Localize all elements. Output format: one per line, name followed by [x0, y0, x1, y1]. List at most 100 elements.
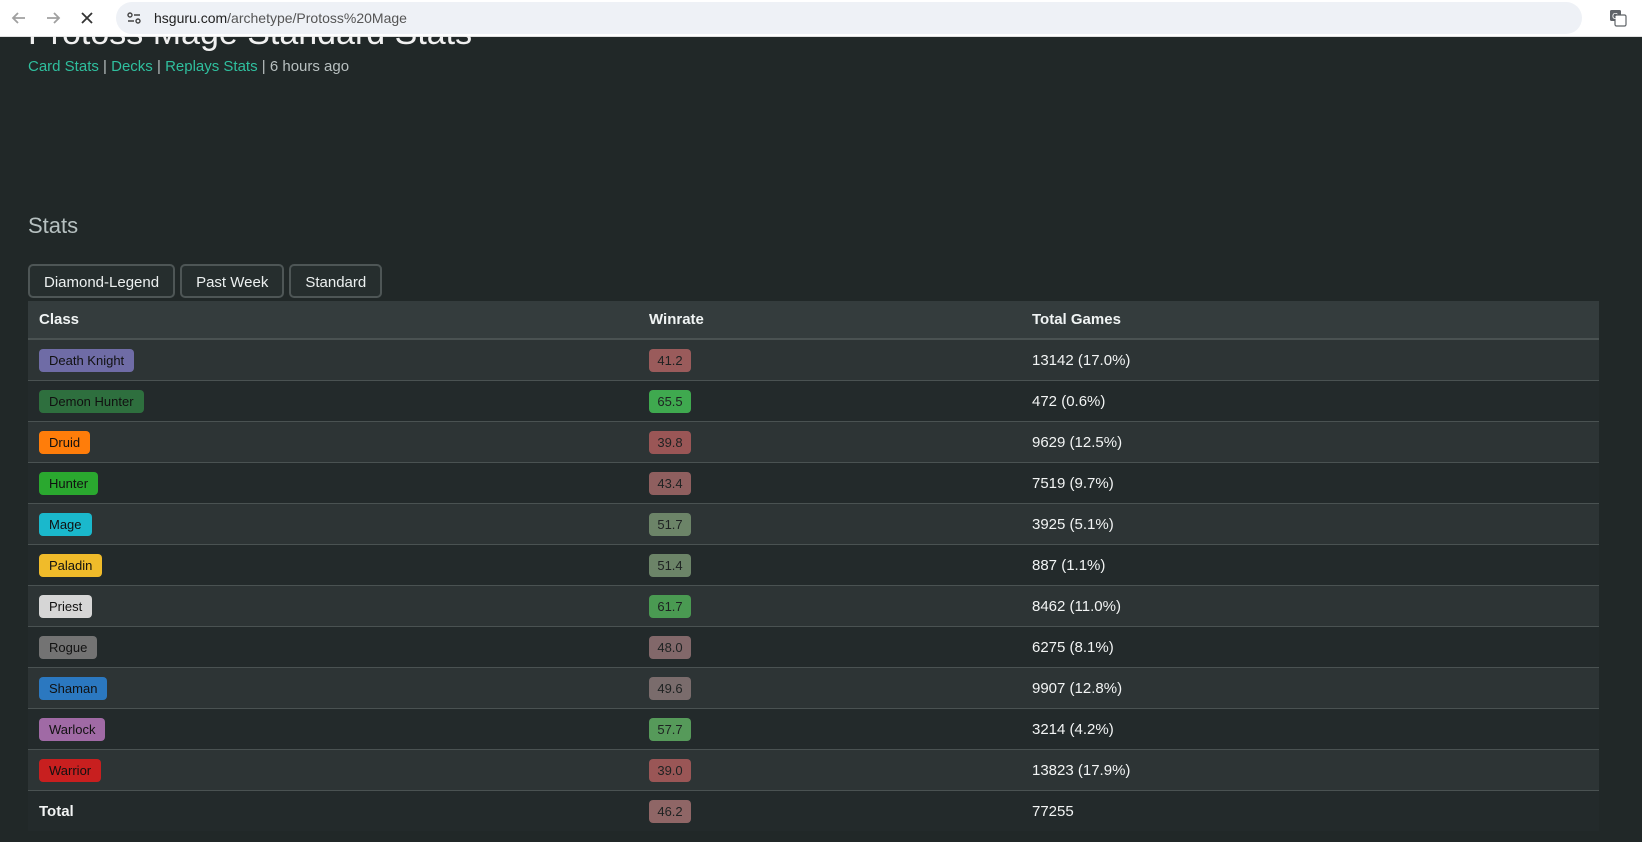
url-host: hsguru.com	[154, 10, 228, 26]
table-body: Death Knight 41.2 13142 (17.0%) Demon Hunte…	[28, 338, 1599, 831]
total-games-cell: 3214 (4.2%)	[1021, 708, 1599, 750]
class-cell: Priest	[28, 585, 638, 627]
class-cell: Demon Hunter	[28, 380, 638, 422]
class-cell: Warlock	[28, 708, 638, 750]
class-badge[interactable]: Death Knight	[39, 348, 135, 372]
class-badge[interactable]: Priest	[39, 594, 93, 618]
table-row: Priest 61.7 8462 (11.0%)	[28, 585, 1599, 627]
winrate-cell: 39.8	[638, 421, 1021, 463]
winrate-cell: 51.4	[638, 544, 1021, 586]
separator: |	[261, 58, 270, 75]
back-button[interactable]	[4, 3, 34, 33]
winrate-badge: 39.0	[649, 758, 691, 782]
card-stats-link[interactable]: Card Stats	[28, 58, 99, 75]
class-badge[interactable]: Demon Hunter	[39, 389, 144, 413]
table-row: Paladin 51.4 887 (1.1%)	[28, 544, 1599, 586]
table-row: Warrior 39.0 13823 (17.9%)	[28, 749, 1599, 791]
table-row: Warlock 57.7 3214 (4.2%)	[28, 708, 1599, 750]
winrate-cell: 51.7	[638, 503, 1021, 545]
total-games-value: 77255	[1021, 790, 1599, 831]
class-cell: Hunter	[28, 462, 638, 504]
winrate-badge: 51.4	[649, 553, 691, 577]
total-games-cell: 13823 (17.9%)	[1021, 749, 1599, 791]
format-filter-dropdown[interactable]: Standard	[289, 264, 383, 298]
winrate-badge: 48.0	[649, 635, 691, 659]
total-games-cell: 6275 (8.1%)	[1021, 626, 1599, 668]
winrate-badge: 61.7	[649, 594, 691, 618]
forward-button[interactable]	[38, 3, 68, 33]
class-cell: Warrior	[28, 749, 638, 791]
class-badge[interactable]: Warrior	[39, 758, 102, 782]
forward-arrow-icon	[47, 12, 61, 24]
class-cell: Paladin	[28, 544, 638, 586]
page-title: Protoss Mage Standard Stats	[28, 36, 472, 54]
decks-link[interactable]: Decks	[111, 58, 153, 75]
winrate-badge: 65.5	[649, 389, 691, 413]
winrate-cell: 41.2	[638, 338, 1021, 381]
class-badge[interactable]: Hunter	[39, 471, 99, 495]
rank-filter-dropdown[interactable]: Diamond-Legend	[28, 264, 176, 298]
total-row: Total 46.2 77255	[28, 790, 1599, 831]
column-header-winrate[interactable]: Winrate	[638, 301, 1021, 340]
winrate-cell: 65.5	[638, 380, 1021, 422]
table-row: Mage 51.7 3925 (5.1%)	[28, 503, 1599, 545]
url-text: hsguru.com/archetype/Protoss%20Mage	[154, 10, 407, 26]
table-row: Demon Hunter 65.5 472 (0.6%)	[28, 380, 1599, 422]
site-settings-icon[interactable]	[124, 8, 144, 28]
class-badge[interactable]: Druid	[39, 430, 91, 454]
separator: |	[103, 58, 112, 75]
winrate-cell: 61.7	[638, 585, 1021, 627]
close-icon	[81, 12, 93, 24]
class-badge[interactable]: Paladin	[39, 553, 103, 577]
winrate-cell: 43.4	[638, 462, 1021, 504]
table-row: Shaman 49.6 9907 (12.8%)	[28, 667, 1599, 709]
winrate-badge: 51.7	[649, 512, 691, 536]
total-winrate-badge: 46.2	[649, 799, 691, 823]
winrate-cell: 57.7	[638, 708, 1021, 750]
total-games-cell: 8462 (11.0%)	[1021, 585, 1599, 627]
column-header-total-games[interactable]: Total Games	[1021, 301, 1599, 340]
total-games-cell: 9629 (12.5%)	[1021, 421, 1599, 463]
stats-heading: Stats	[28, 213, 79, 238]
address-bar[interactable]: hsguru.com/archetype/Protoss%20Mage	[116, 2, 1582, 34]
table-row: Druid 39.8 9629 (12.5%)	[28, 421, 1599, 463]
winrate-badge: 39.8	[649, 430, 691, 454]
winrate-badge: 43.4	[649, 471, 691, 495]
winrate-cell: 49.6	[638, 667, 1021, 709]
stop-loading-button[interactable]	[72, 3, 102, 33]
class-badge[interactable]: Shaman	[39, 676, 108, 700]
back-arrow-icon	[11, 12, 25, 24]
filter-bar: Diamond-Legend Past Week Standard	[28, 264, 383, 298]
archetype-subnav: Card Stats | Decks | Replays Stats | 6 h…	[28, 58, 349, 75]
translate-icon[interactable]: G	[1608, 8, 1628, 28]
class-cell: Death Knight	[28, 338, 638, 381]
table-header-row: Class Winrate Total Games	[28, 301, 1599, 340]
winrate-cell: 39.0	[638, 749, 1021, 791]
table-row: Death Knight 41.2 13142 (17.0%)	[28, 338, 1599, 381]
winrate-badge: 41.2	[649, 348, 691, 372]
total-games-cell: 7519 (9.7%)	[1021, 462, 1599, 504]
table-row: Hunter 43.4 7519 (9.7%)	[28, 462, 1599, 504]
total-games-cell: 472 (0.6%)	[1021, 380, 1599, 422]
replays-stats-link[interactable]: Replays Stats	[165, 58, 258, 75]
total-games-cell: 887 (1.1%)	[1021, 544, 1599, 586]
total-games-cell: 13142 (17.0%)	[1021, 338, 1599, 381]
class-cell: Druid	[28, 421, 638, 463]
url-path: /archetype/Protoss%20Mage	[227, 10, 407, 26]
browser-toolbar: hsguru.com/archetype/Protoss%20Mage G	[0, 0, 1642, 37]
separator: |	[156, 58, 166, 75]
updated-time: 6 hours ago	[269, 58, 350, 75]
table-row: Rogue 48.0 6275 (8.1%)	[28, 626, 1599, 668]
winrate-badge: 57.7	[649, 717, 691, 741]
class-badge[interactable]: Warlock	[39, 717, 106, 741]
class-badge[interactable]: Mage	[39, 512, 92, 536]
class-cell: Shaman	[28, 667, 638, 709]
svg-text:G: G	[1612, 12, 1618, 21]
class-cell: Mage	[28, 503, 638, 545]
period-filter-dropdown[interactable]: Past Week	[180, 264, 285, 298]
column-header-class[interactable]: Class	[28, 301, 638, 340]
class-badge[interactable]: Rogue	[39, 635, 98, 659]
total-games-cell: 3925 (5.1%)	[1021, 503, 1599, 545]
class-cell: Rogue	[28, 626, 638, 668]
winrate-badge: 49.6	[649, 676, 691, 700]
